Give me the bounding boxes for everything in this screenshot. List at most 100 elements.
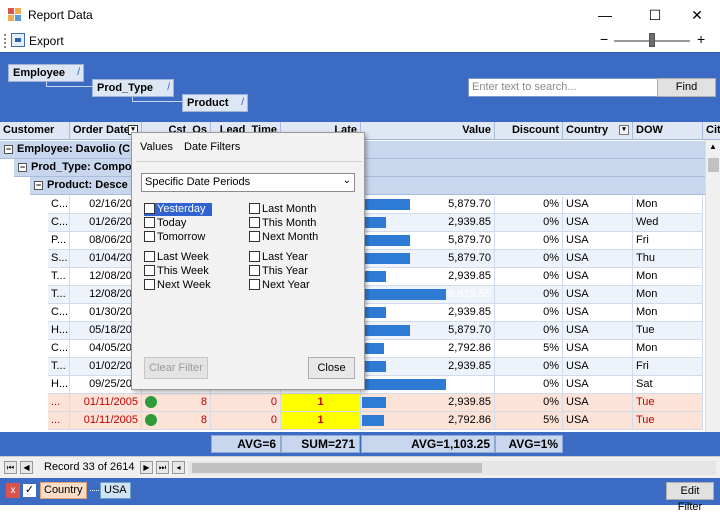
cell-customer[interactable]: T... (48, 268, 70, 286)
cell-late[interactable]: 1 (281, 412, 361, 430)
collapse-icon[interactable]: − (34, 180, 43, 190)
zoom-out-button[interactable]: − (600, 31, 608, 47)
date-option-yesterday[interactable]: Yesterday (144, 203, 212, 216)
close-button[interactable]: ✕ (674, 0, 720, 30)
filter-icon[interactable]: ▾ (619, 125, 629, 135)
column-header-city[interactable]: Cit (703, 122, 720, 140)
cell-country[interactable]: USA (563, 232, 633, 250)
checkbox-icon[interactable] (144, 279, 155, 290)
cell-country[interactable]: USA (563, 268, 633, 286)
cell-discount[interactable]: 0% (495, 268, 563, 286)
date-period-select[interactable]: Specific Date Periods ⌄ (141, 173, 355, 192)
cell-discount[interactable]: 5% (495, 340, 563, 358)
collapse-icon[interactable]: − (4, 144, 13, 154)
cell-country[interactable]: USA (563, 394, 633, 412)
date-option-last-week[interactable]: Last Week (144, 251, 209, 264)
filter-enable-checkbox[interactable]: ✓ (23, 484, 36, 497)
cell-value[interactable]: 5,879.70 (361, 322, 495, 340)
cell-customer[interactable]: C... (48, 196, 70, 214)
next-record-icon[interactable]: ▶ (140, 461, 153, 474)
cell-date[interactable]: 01/11/2005 (70, 412, 142, 430)
cell-discount[interactable]: 0% (495, 250, 563, 268)
cell-dow[interactable]: Mon (633, 340, 703, 358)
checkbox-icon[interactable] (249, 251, 260, 262)
cell-discount[interactable]: 0% (495, 322, 563, 340)
cell-country[interactable]: USA (563, 412, 633, 430)
cell-discount[interactable]: 0% (495, 214, 563, 232)
checkbox-icon[interactable] (144, 265, 155, 276)
checkbox-icon[interactable] (249, 217, 260, 228)
cell-discount[interactable]: 0% (495, 286, 563, 304)
minimize-button[interactable]: — (582, 0, 628, 30)
cell-value[interactable]: 2,939.85 (361, 214, 495, 232)
date-option-tomorrow[interactable]: Tomorrow (144, 231, 205, 244)
find-button[interactable]: Find (657, 78, 716, 97)
zoom-slider-thumb[interactable] (649, 33, 655, 47)
checkbox-icon[interactable] (144, 251, 155, 262)
cell-customer[interactable]: H... (48, 376, 70, 394)
cell-value[interactable]: 2,939.85 (361, 394, 495, 412)
cell-discount[interactable]: 0% (495, 376, 563, 394)
search-input[interactable]: Enter text to search... (468, 78, 670, 97)
filter-value-chip[interactable]: USA (100, 482, 131, 499)
export-icon[interactable] (11, 33, 25, 47)
collapse-icon[interactable]: − (18, 162, 27, 172)
cell-cst[interactable]: 8 (142, 394, 211, 412)
checkbox-icon[interactable] (144, 203, 155, 214)
group-chip-employee[interactable]: Employee / (8, 64, 84, 82)
cell-country[interactable]: USA (563, 250, 633, 268)
vertical-scrollbar[interactable]: ▲ (705, 140, 720, 432)
checkbox-icon[interactable] (249, 203, 260, 214)
scroll-up-icon[interactable]: ▲ (709, 142, 717, 151)
cell-country[interactable]: USA (563, 196, 633, 214)
column-header-country[interactable]: Country ▾ (563, 122, 633, 140)
table-row[interactable]: ... 01/11/2005 8 0 1 2,792.86 5% USA Tue (48, 412, 705, 430)
cell-dow[interactable]: Tue (633, 322, 703, 340)
cell-discount[interactable]: 0% (495, 358, 563, 376)
cell-discount[interactable]: 0% (495, 304, 563, 322)
cell-dow[interactable]: Thu (633, 250, 703, 268)
cell-cst[interactable]: 8 (142, 412, 211, 430)
cell-customer[interactable]: C... (48, 340, 70, 358)
cell-customer[interactable]: H... (48, 322, 70, 340)
cell-value[interactable]: 2,939.85 (361, 358, 495, 376)
cell-dow[interactable]: Wed (633, 214, 703, 232)
cell-date[interactable]: 01/11/2005 (70, 394, 142, 412)
date-option-next-year[interactable]: Next Year (249, 279, 310, 292)
prev-page-icon[interactable]: ◂ (172, 461, 185, 474)
cell-dow[interactable]: Mon (633, 304, 703, 322)
cell-country[interactable]: USA (563, 358, 633, 376)
cell-dow[interactable]: Mon (633, 268, 703, 286)
cell-value[interactable]: 2,792.86 (361, 412, 495, 430)
cell-dow[interactable]: Sat (633, 376, 703, 394)
cell-value[interactable]: 5,879.70 (361, 196, 495, 214)
column-header-value[interactable]: Value (361, 122, 495, 140)
cell-customer[interactable]: S... (48, 250, 70, 268)
date-option-this-week[interactable]: This Week (144, 265, 209, 278)
cell-dow[interactable]: Fri (633, 232, 703, 250)
first-record-icon[interactable]: ⏮ (4, 461, 17, 474)
cell-value[interactable]: 8,819.55 (361, 286, 495, 304)
cell-value[interactable]: 2,939.85 (361, 304, 495, 322)
cell-value[interactable]: 5,879.70 (361, 232, 495, 250)
date-option-last-month[interactable]: Last Month (249, 203, 316, 216)
cell-country[interactable]: USA (563, 304, 633, 322)
date-option-today[interactable]: Today (144, 217, 186, 230)
cell-discount[interactable]: 0% (495, 196, 563, 214)
last-record-icon[interactable]: ⏭ (156, 461, 169, 474)
cell-value[interactable]: 2,939.85 (361, 268, 495, 286)
edit-filter-button[interactable]: Edit Filter (666, 482, 714, 513)
cell-customer[interactable]: T... (48, 358, 70, 376)
cell-country[interactable]: USA (563, 286, 633, 304)
scroll-thumb[interactable] (708, 158, 719, 172)
group-chip-prod-type[interactable]: Prod_Type / (92, 79, 174, 97)
cell-dow[interactable]: Mon (633, 286, 703, 304)
zoom-in-button[interactable]: + (697, 31, 705, 47)
maximize-button[interactable]: ☐ (632, 0, 678, 30)
tab-date-filters[interactable]: Date Filters (184, 141, 240, 153)
checkbox-icon[interactable] (249, 265, 260, 276)
close-popup-button[interactable]: Close (308, 357, 355, 379)
date-option-this-month[interactable]: This Month (249, 217, 316, 230)
date-option-this-year[interactable]: This Year (249, 265, 308, 278)
cell-customer[interactable]: T... (48, 286, 70, 304)
